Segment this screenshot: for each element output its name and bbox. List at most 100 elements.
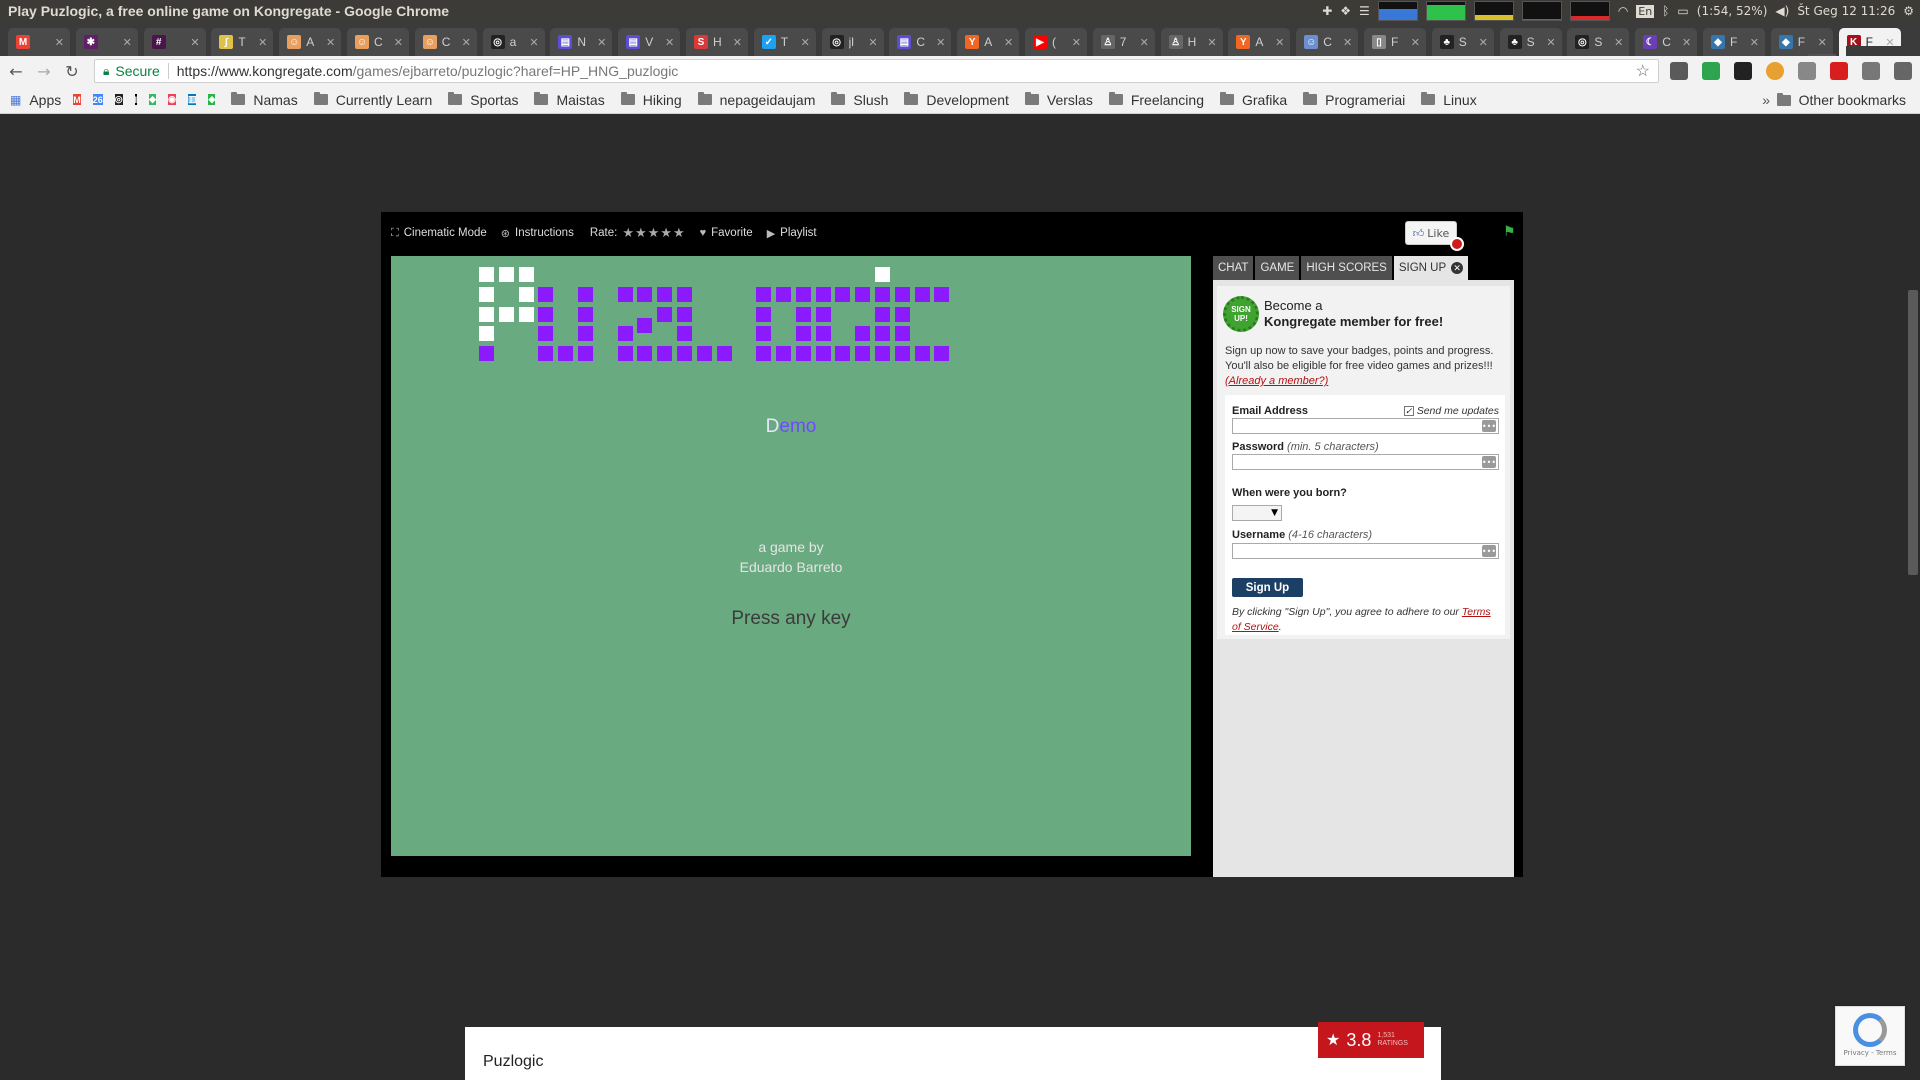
side-tab[interactable]: CHAT xyxy=(1213,256,1254,280)
browser-tab[interactable]: ◆ F ✕ xyxy=(1703,28,1765,56)
close-tab-icon[interactable]: ✕ xyxy=(1411,36,1420,49)
bookmark-folder[interactable]: Slush xyxy=(831,92,888,108)
dropbox-icon[interactable]: ❖ xyxy=(1340,4,1351,18)
extension-icon[interactable] xyxy=(1798,62,1816,80)
browser-tab[interactable]: ☾ C ✕ xyxy=(1635,28,1698,56)
browser-tab[interactable]: ♣ S ✕ xyxy=(1431,28,1494,56)
bookmark-folder[interactable]: Programeriai xyxy=(1303,92,1405,108)
bookmark-folder[interactable]: Development xyxy=(904,92,1009,108)
bookmark-folder[interactable]: Sportas xyxy=(448,92,518,108)
wifi-icon[interactable]: ◠ xyxy=(1618,4,1628,18)
bluetooth-icon[interactable]: ᛒ xyxy=(1662,4,1669,18)
close-tab-icon[interactable]: ✕ xyxy=(1614,36,1623,49)
close-tab-icon[interactable]: ✕ xyxy=(1682,36,1691,49)
bookmark-folder[interactable]: Namas xyxy=(231,92,298,108)
close-tab-icon[interactable]: ✕ xyxy=(462,36,471,49)
scrollbar-thumb[interactable] xyxy=(1908,290,1918,575)
already-member-link[interactable]: (Already a member?) xyxy=(1225,375,1328,387)
close-tab-icon[interactable]: ✕ xyxy=(801,36,810,49)
github-icon[interactable]: ◎ xyxy=(114,94,123,105)
reload-icon[interactable]: ↻ xyxy=(62,61,82,81)
rating-stars[interactable]: ★★★★★ xyxy=(622,225,685,241)
browser-tab[interactable]: ∫ T ✕ xyxy=(211,28,274,56)
close-tab-icon[interactable]: ✕ xyxy=(597,36,606,49)
page-scrollbar[interactable] xyxy=(1906,115,1920,1080)
forward-arrow-icon[interactable]: → xyxy=(34,61,54,81)
bookmark-folder[interactable]: Linux xyxy=(1421,92,1477,108)
favorite-button[interactable]: ♥ Favorite xyxy=(700,227,753,239)
side-tab[interactable]: GAME xyxy=(1255,256,1300,280)
browser-tab[interactable]: Y A ✕ xyxy=(957,28,1020,56)
birth-date-select[interactable]: ▼ xyxy=(1232,505,1282,521)
close-tab-icon[interactable]: ✕ xyxy=(665,36,674,49)
close-tab-icon[interactable]: ✕ xyxy=(1479,36,1488,49)
browser-tab[interactable]: ☺ C ✕ xyxy=(347,28,409,56)
close-tab-icon[interactable]: ✕ xyxy=(733,36,742,49)
username-field[interactable]: ••• xyxy=(1232,543,1499,559)
bookmark-folder[interactable]: Freelancing xyxy=(1108,92,1204,108)
extension-icon[interactable] xyxy=(1734,62,1752,80)
browser-tab[interactable]: ▤ C ✕ xyxy=(889,28,952,56)
close-tab-icon[interactable]: ✕ xyxy=(868,36,877,49)
browser-tab[interactable]: ▤ N ✕ xyxy=(550,28,613,56)
password-manager-icon[interactable]: ••• xyxy=(1482,456,1496,468)
bookmark-star-icon[interactable]: ☆ xyxy=(1636,61,1650,81)
close-tab-icon[interactable]: ✕ xyxy=(1004,36,1013,49)
side-tab[interactable]: HIGH SCORES xyxy=(1301,256,1392,280)
browser-tab[interactable]: ☺ C ✕ xyxy=(414,28,477,56)
menu-icon[interactable]: ☰ xyxy=(1359,4,1370,18)
close-tab-icon[interactable]: ✕ xyxy=(529,36,538,49)
close-icon[interactable]: ✕ xyxy=(1451,262,1464,274)
rating-badge[interactable]: ★ 3.8 1,531 RATINGS xyxy=(1318,1022,1424,1058)
gmail-icon[interactable]: M xyxy=(73,94,81,105)
browser-tab[interactable]: ✓ T ✕ xyxy=(753,28,816,56)
close-tab-icon[interactable]: ✕ xyxy=(1750,36,1759,49)
sign-up-button[interactable]: Sign Up xyxy=(1232,578,1303,597)
bookmark-folder[interactable]: Verslas xyxy=(1024,92,1093,108)
extension-icon[interactable] xyxy=(1862,62,1880,80)
feedly-icon[interactable]: ◈ xyxy=(208,94,216,105)
volume-icon[interactable]: ◀) xyxy=(1775,4,1789,18)
battery-icon[interactable]: ▭ xyxy=(1677,4,1688,18)
browser-tab[interactable]: M ✕ xyxy=(8,28,70,56)
side-tab[interactable]: SIGN UP ✕ xyxy=(1393,256,1469,280)
back-arrow-icon[interactable]: ← xyxy=(6,61,26,81)
browser-tab[interactable]: ▯ F ✕ xyxy=(1364,28,1426,56)
browser-tab[interactable]: ▤ V ✕ xyxy=(618,28,681,56)
like-button[interactable]: 👍︎ Like xyxy=(1405,221,1457,245)
browser-tab[interactable]: ♣ S ✕ xyxy=(1499,28,1562,56)
bookmark-folder[interactable]: nepageidaujam xyxy=(697,92,815,108)
browser-tab[interactable]: ♙ H ✕ xyxy=(1160,28,1223,56)
chrome-menu-icon[interactable] xyxy=(1894,62,1912,80)
recaptcha-badge[interactable]: Privacy - Terms xyxy=(1835,1006,1905,1066)
bookmark-i-icon[interactable]: I xyxy=(134,94,138,105)
extension-icon[interactable] xyxy=(1766,62,1784,80)
browser-tab[interactable]: ☺ C ✕ xyxy=(1296,28,1359,56)
bookmark-folder[interactable]: Hiking xyxy=(620,92,682,108)
instructions-button[interactable]: ⊛ Instructions xyxy=(501,227,574,240)
cinematic-mode-button[interactable]: ⛶ Cinematic Mode xyxy=(391,227,487,240)
playlist-button[interactable]: ▶ Playlist xyxy=(767,227,817,240)
send-updates-checkbox[interactable]: ✓ Send me updates xyxy=(1403,405,1499,417)
battery-status[interactable]: (1:54, 52%) xyxy=(1697,4,1768,18)
bookmark-folder[interactable]: Grafika xyxy=(1219,92,1287,108)
close-tab-icon[interactable]: ✕ xyxy=(123,36,132,49)
pocket-icon[interactable]: ◉ xyxy=(168,94,176,105)
game-canvas[interactable]: Demo a game by Eduardo Barreto Press any… xyxy=(391,256,1191,856)
password-manager-icon[interactable]: ••• xyxy=(1482,545,1496,557)
close-tab-icon[interactable]: ✕ xyxy=(326,36,335,49)
extension-icon[interactable] xyxy=(1830,62,1848,80)
browser-tab[interactable]: ◎ a ✕ xyxy=(482,28,545,56)
password-field[interactable]: ••• xyxy=(1232,454,1499,470)
browser-tab[interactable]: S H ✕ xyxy=(686,28,748,56)
bookmarks-overflow-button[interactable]: » xyxy=(1762,86,1770,114)
address-bar[interactable]: 🔒︎ Secure https://www.kongregate.com/gam… xyxy=(94,59,1659,83)
browser-tab[interactable]: ♙ 7 ✕ xyxy=(1092,28,1155,56)
browser-tab[interactable]: ☺ A ✕ xyxy=(279,28,342,56)
bookmark-folder[interactable]: Maistas xyxy=(534,92,605,108)
flag-icon[interactable]: ⚑ xyxy=(1503,224,1516,240)
browser-tab[interactable]: Y A ✕ xyxy=(1228,28,1291,56)
trello-icon[interactable]: ▥ xyxy=(187,94,197,105)
browser-tab[interactable]: # ✕ xyxy=(143,28,206,56)
calendar-icon[interactable]: 26 xyxy=(92,94,103,105)
